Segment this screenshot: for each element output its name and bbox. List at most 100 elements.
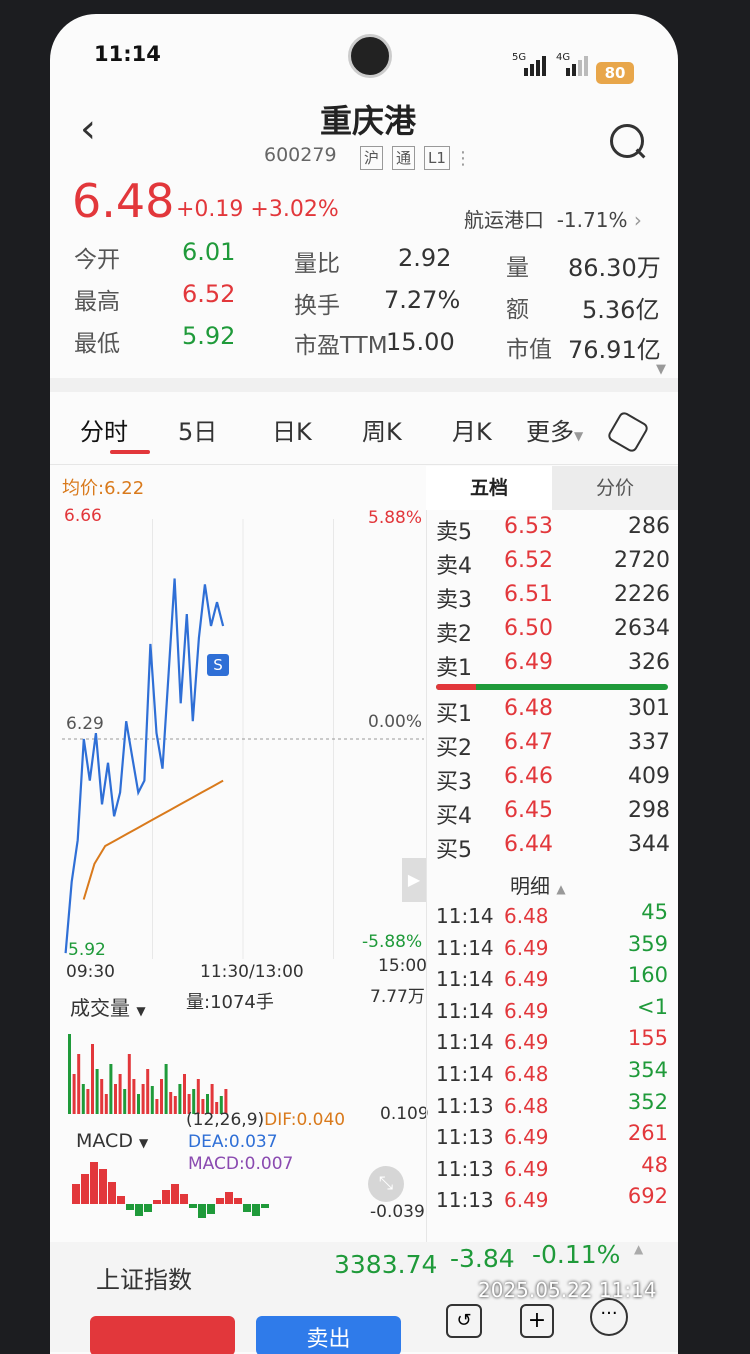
volume-bar bbox=[77, 1054, 81, 1114]
bid-label-2: 买2 bbox=[436, 736, 472, 761]
stat-volratio-value: 2.92 bbox=[398, 244, 452, 272]
photo-timestamp-watermark: 2025.05.22 11:14 bbox=[478, 1278, 657, 1302]
ask-price-1[interactable]: 6.53 bbox=[504, 514, 553, 539]
volume-bar bbox=[132, 1079, 136, 1114]
avg-price-label: 均价:6.22 bbox=[62, 478, 145, 499]
buy-button[interactable] bbox=[90, 1316, 235, 1354]
volume-bar bbox=[109, 1064, 113, 1114]
front-camera bbox=[348, 34, 392, 78]
active-tab-indicator bbox=[110, 450, 150, 454]
stock-title: 重庆港 bbox=[320, 102, 417, 140]
trade-volume: 48 bbox=[641, 1152, 668, 1177]
trade-time: 11:14 bbox=[436, 998, 494, 1023]
volume-bar bbox=[196, 1079, 200, 1114]
section-divider bbox=[50, 378, 678, 392]
volume-bar bbox=[141, 1084, 145, 1114]
volume-bar bbox=[178, 1084, 182, 1114]
bid-price-4[interactable]: 6.45 bbox=[504, 798, 553, 823]
trade-time: 11:14 bbox=[436, 935, 494, 960]
stat-turnover-label: 换手 bbox=[294, 293, 340, 319]
stat-mktcap-label: 市值 bbox=[506, 337, 552, 363]
bid-volume-5: 344 bbox=[628, 832, 670, 857]
stock-code: 600279 bbox=[264, 144, 337, 166]
macd-bar bbox=[207, 1204, 215, 1214]
panel-divider bbox=[426, 466, 427, 1246]
time-end-label: 15:00 bbox=[378, 956, 427, 976]
tab-more[interactable]: 更多▼ bbox=[526, 412, 583, 447]
tab-price-dist[interactable]: 分价 bbox=[552, 466, 678, 510]
trade-price: 6.49 bbox=[504, 1188, 549, 1213]
price-change-abs: +0.19 bbox=[176, 197, 244, 222]
trade-volume: 352 bbox=[627, 1089, 668, 1114]
ask-volume-2: 2720 bbox=[614, 548, 670, 573]
ask-volume-5: 326 bbox=[628, 650, 670, 675]
volume-bar bbox=[91, 1044, 94, 1114]
tab-daily-k[interactable]: 日K bbox=[272, 412, 312, 447]
time-start-label: 09:30 bbox=[66, 962, 115, 982]
volume-bar bbox=[95, 1069, 99, 1114]
tab-intraday[interactable]: 分时 bbox=[80, 412, 128, 447]
trade-price: 6.49 bbox=[504, 998, 549, 1023]
macd-bar bbox=[234, 1198, 242, 1204]
intraday-chart[interactable] bbox=[62, 519, 424, 959]
ask-label-2: 卖4 bbox=[436, 554, 472, 579]
battery-icon: 80 bbox=[596, 62, 634, 84]
volume-max-label: 7.77万 bbox=[370, 987, 425, 1007]
bid-volume-2: 337 bbox=[628, 730, 670, 755]
fullscreen-icon[interactable]: ⤡ bbox=[368, 1166, 404, 1202]
phone-screen: 11:14 5G 4G 80 ‹ 重庆港 600279 沪 通 L1 ⋮ 6.4… bbox=[50, 14, 678, 1354]
trade-volume: 359 bbox=[627, 931, 668, 956]
trade-time: 11:13 bbox=[436, 1093, 494, 1118]
index-expand-icon[interactable]: ▲ bbox=[634, 1242, 643, 1256]
bid-price-2[interactable]: 6.47 bbox=[504, 730, 553, 755]
more-dots-icon[interactable]: ⋮ bbox=[454, 148, 472, 169]
bid-price-3[interactable]: 6.46 bbox=[504, 764, 553, 789]
more-icon[interactable]: ··· bbox=[590, 1298, 628, 1336]
stat-open-label: 今开 bbox=[74, 247, 120, 273]
ask-price-3[interactable]: 6.51 bbox=[504, 582, 553, 607]
sector-link[interactable]: 航运港口 -1.71% › bbox=[464, 204, 642, 233]
current-price: 6.48 bbox=[72, 174, 175, 228]
bid-price-1[interactable]: 6.48 bbox=[504, 696, 553, 721]
trade-volume: 45 bbox=[641, 900, 668, 924]
ask-price-4[interactable]: 6.50 bbox=[504, 616, 553, 641]
stat-amount-label: 额 bbox=[506, 297, 529, 323]
ask-price-5[interactable]: 6.49 bbox=[504, 650, 553, 675]
ask-label-3: 卖3 bbox=[436, 588, 472, 613]
order-ratio-bar-red bbox=[436, 684, 476, 690]
price-line bbox=[64, 578, 225, 954]
bid-price-5[interactable]: 6.44 bbox=[504, 832, 553, 857]
expand-icon[interactable]: ▼ bbox=[656, 362, 666, 377]
tab-5day[interactable]: 5日 bbox=[178, 412, 217, 447]
tab-five-levels[interactable]: 五档 bbox=[426, 466, 552, 510]
index-value: 3383.74 bbox=[334, 1250, 438, 1279]
volume-bar bbox=[164, 1064, 168, 1114]
volume-bar bbox=[183, 1074, 186, 1114]
signal-marker[interactable]: S bbox=[207, 654, 229, 676]
stat-high-label: 最高 bbox=[74, 289, 120, 315]
trade-price: 6.48 bbox=[504, 904, 549, 928]
expand-panel-icon[interactable]: ▶ bbox=[402, 858, 426, 902]
macd-bar bbox=[180, 1194, 188, 1204]
settings-icon[interactable] bbox=[606, 410, 650, 454]
volume-bar bbox=[104, 1094, 108, 1114]
macd-bar bbox=[153, 1200, 161, 1204]
bid-label-1: 买1 bbox=[436, 702, 472, 727]
trade-price: 6.49 bbox=[504, 1156, 549, 1181]
trade-price: 6.49 bbox=[504, 935, 549, 960]
tab-weekly-k[interactable]: 周K bbox=[362, 412, 402, 447]
back-icon[interactable]: ‹ bbox=[80, 106, 96, 152]
stat-amount-value: 5.36亿 bbox=[582, 296, 660, 324]
ask-price-2[interactable]: 6.52 bbox=[504, 548, 553, 573]
macd-bar bbox=[216, 1198, 224, 1204]
trade-time: 11:14 bbox=[436, 967, 494, 992]
trade-time: 11:13 bbox=[436, 1188, 494, 1213]
sell-button[interactable]: 卖出 bbox=[256, 1316, 401, 1354]
ask-label-5: 卖1 bbox=[436, 656, 472, 681]
stat-low-label: 最低 bbox=[74, 331, 120, 357]
detail-toggle[interactable]: 明细 ▲ bbox=[510, 870, 566, 899]
volume-bar bbox=[146, 1069, 150, 1114]
tab-monthly-k[interactable]: 月K bbox=[452, 412, 492, 447]
stat-mktcap-value: 76.91亿 bbox=[568, 336, 661, 364]
trade-time: 11:14 bbox=[436, 1030, 494, 1055]
